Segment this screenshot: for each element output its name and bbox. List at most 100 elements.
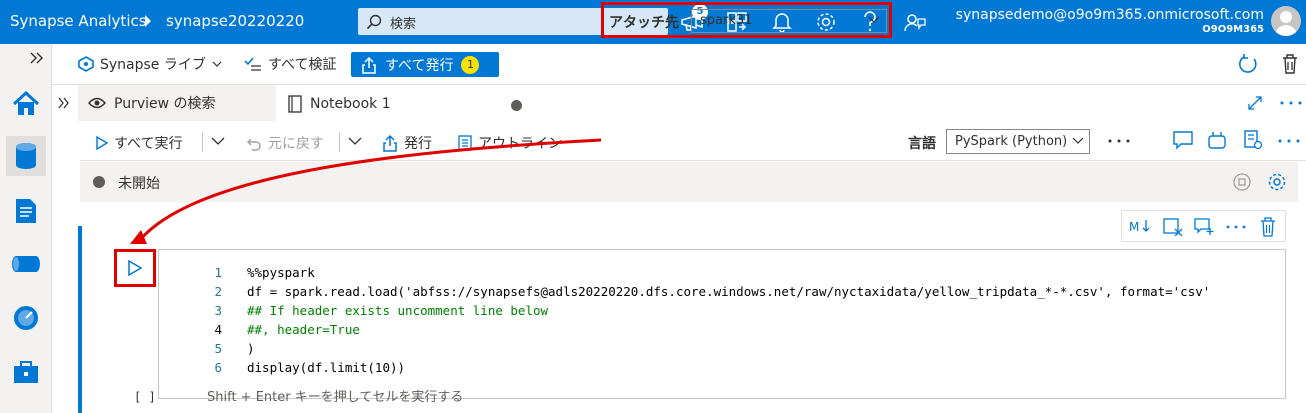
upload-icon [382,134,398,152]
clear-output-icon[interactable] [1163,218,1183,236]
run-cell-button[interactable] [114,249,156,287]
code-line: ## If header exists uncomment line below [247,303,549,318]
expand-nav-icon[interactable] [30,52,44,64]
session-status-bar: 未開始 [80,162,1298,202]
language-select[interactable]: PySpark (Python) [946,129,1090,154]
publish-all-button[interactable]: すべて発行 1 [351,52,499,77]
publish-button[interactable]: 発行 [382,133,432,153]
nav-develop[interactable] [6,191,46,231]
live-mode-label: Synapse ライブ [100,57,206,73]
account-tenant: O9O9M365 [1202,24,1264,35]
chevron-down-icon [212,60,222,68]
svg-text:M: M [1129,220,1139,234]
account-email: synapsedemo@o9o9m365.onmicrosoft.com [955,7,1264,23]
outline-button[interactable]: アウトライン [458,133,562,153]
publish-all-label: すべて発行 [385,57,454,74]
divider [339,132,340,152]
discard-icon[interactable] [1281,53,1299,75]
spark-pool-value: spark31 [700,13,753,28]
undo-button[interactable]: 元に戻す [246,133,324,153]
undo-icon [246,135,262,151]
line-number: 2 [214,284,222,299]
nav-manage[interactable] [6,352,46,392]
attach-label: アタッチ先 [609,15,679,31]
status-dot-icon [93,176,105,188]
language-label: 言語 [908,136,936,152]
monitor-gauge-icon [12,304,40,332]
maximize-icon[interactable] [1248,96,1262,110]
outline-icon [458,135,472,151]
active-cell-indicator [78,226,82,413]
play-icon [96,136,108,150]
code-line: display(df.limit(10)) [247,360,406,375]
avatar[interactable] [1271,6,1301,36]
variables-icon[interactable] [1207,130,1227,150]
database-icon [14,142,38,170]
line-number: 5 [214,341,222,356]
toolbox-icon [12,359,40,385]
app-name[interactable]: Synapse Analytics [10,12,147,30]
comments-icon[interactable] [1173,131,1193,149]
left-nav [0,44,52,413]
cell-toolbar: M [1121,210,1286,242]
chevron-down-icon[interactable] [211,137,225,145]
run-all-label: すべて実行 [114,136,183,152]
search-placeholder: 検索 [390,17,417,32]
tab-label: Purview の検索 [114,96,216,112]
line-number: 1 [214,265,222,280]
language-value: PySpark (Python) [955,134,1068,149]
line-number: 6 [214,360,222,375]
code-line: ) [247,341,255,356]
nav-data[interactable] [6,136,46,176]
main-toolbar: Synapse ライブ すべて検証 すべて発行 1 [52,44,1306,85]
add-comment-icon[interactable] [1194,218,1214,236]
validate-all-button[interactable]: すべて検証 [244,54,336,74]
expand-panel-icon[interactable] [58,97,70,109]
eye-icon [88,97,106,109]
more-icon[interactable] [1278,139,1300,143]
workspace-name[interactable]: synapse20220220 [166,12,304,30]
code-line: df = spark.read.load('abfss://synapsefs@… [247,284,1211,299]
unsaved-dot-icon[interactable] [511,100,522,111]
stop-session-icon[interactable] [1233,173,1251,191]
publish-count-badge: 1 [461,55,480,74]
undo-label: 元に戻す [268,136,324,152]
attach-to-group: アタッチ先 spark31 [601,2,892,38]
validate-all-label: すべて検証 [268,57,337,73]
live-mode-dropdown[interactable]: Synapse ライブ [78,54,222,74]
more-icon[interactable] [1280,101,1302,105]
document-icon [15,198,37,224]
search-icon [366,14,382,30]
publish-label: 発行 [404,136,432,152]
account-info[interactable]: synapsedemo@o9o9m365.onmicrosoft.com O9O… [956,7,1264,35]
pipeline-icon [12,253,40,275]
code-line: %%pyspark [247,265,315,280]
session-state: 未開始 [118,176,160,192]
validate-icon [244,56,262,72]
tab-notebook-1[interactable]: Notebook 1 [278,85,536,121]
properties-icon[interactable] [1243,130,1263,150]
nav-monitor[interactable] [6,298,46,338]
refresh-icon[interactable] [1238,53,1258,75]
run-hint: Shift + Enter キーを押してセルを実行する [207,390,464,405]
feedback-icon[interactable] [903,11,927,33]
chevron-down-icon[interactable] [348,137,362,145]
notebook-icon [288,95,302,113]
breadcrumb-chevron-icon [143,14,153,28]
tab-purview-search[interactable]: Purview の検索 [78,85,276,121]
gear-icon[interactable] [1267,172,1287,192]
nav-integrate[interactable] [6,244,46,284]
synapse-icon [78,56,94,72]
code-line: ##, header=True [247,322,360,337]
markdown-toggle-icon[interactable]: M [1129,218,1151,234]
tab-bar: Purview の検索 Notebook 1 [52,85,1306,121]
more-icon[interactable] [1226,225,1246,229]
more-icon[interactable] [1108,139,1130,143]
chevron-down-icon [1072,137,1084,145]
spark-pool-select[interactable]: spark31 [691,9,887,33]
notebook-toolbar: すべて実行 元に戻す 発行 アウトライン 言語 PySpark (Python) [80,121,1306,161]
nav-home[interactable] [6,84,46,124]
upload-icon [361,56,377,74]
run-all-button[interactable]: すべて実行 [96,133,182,153]
delete-cell-icon[interactable] [1260,217,1276,237]
